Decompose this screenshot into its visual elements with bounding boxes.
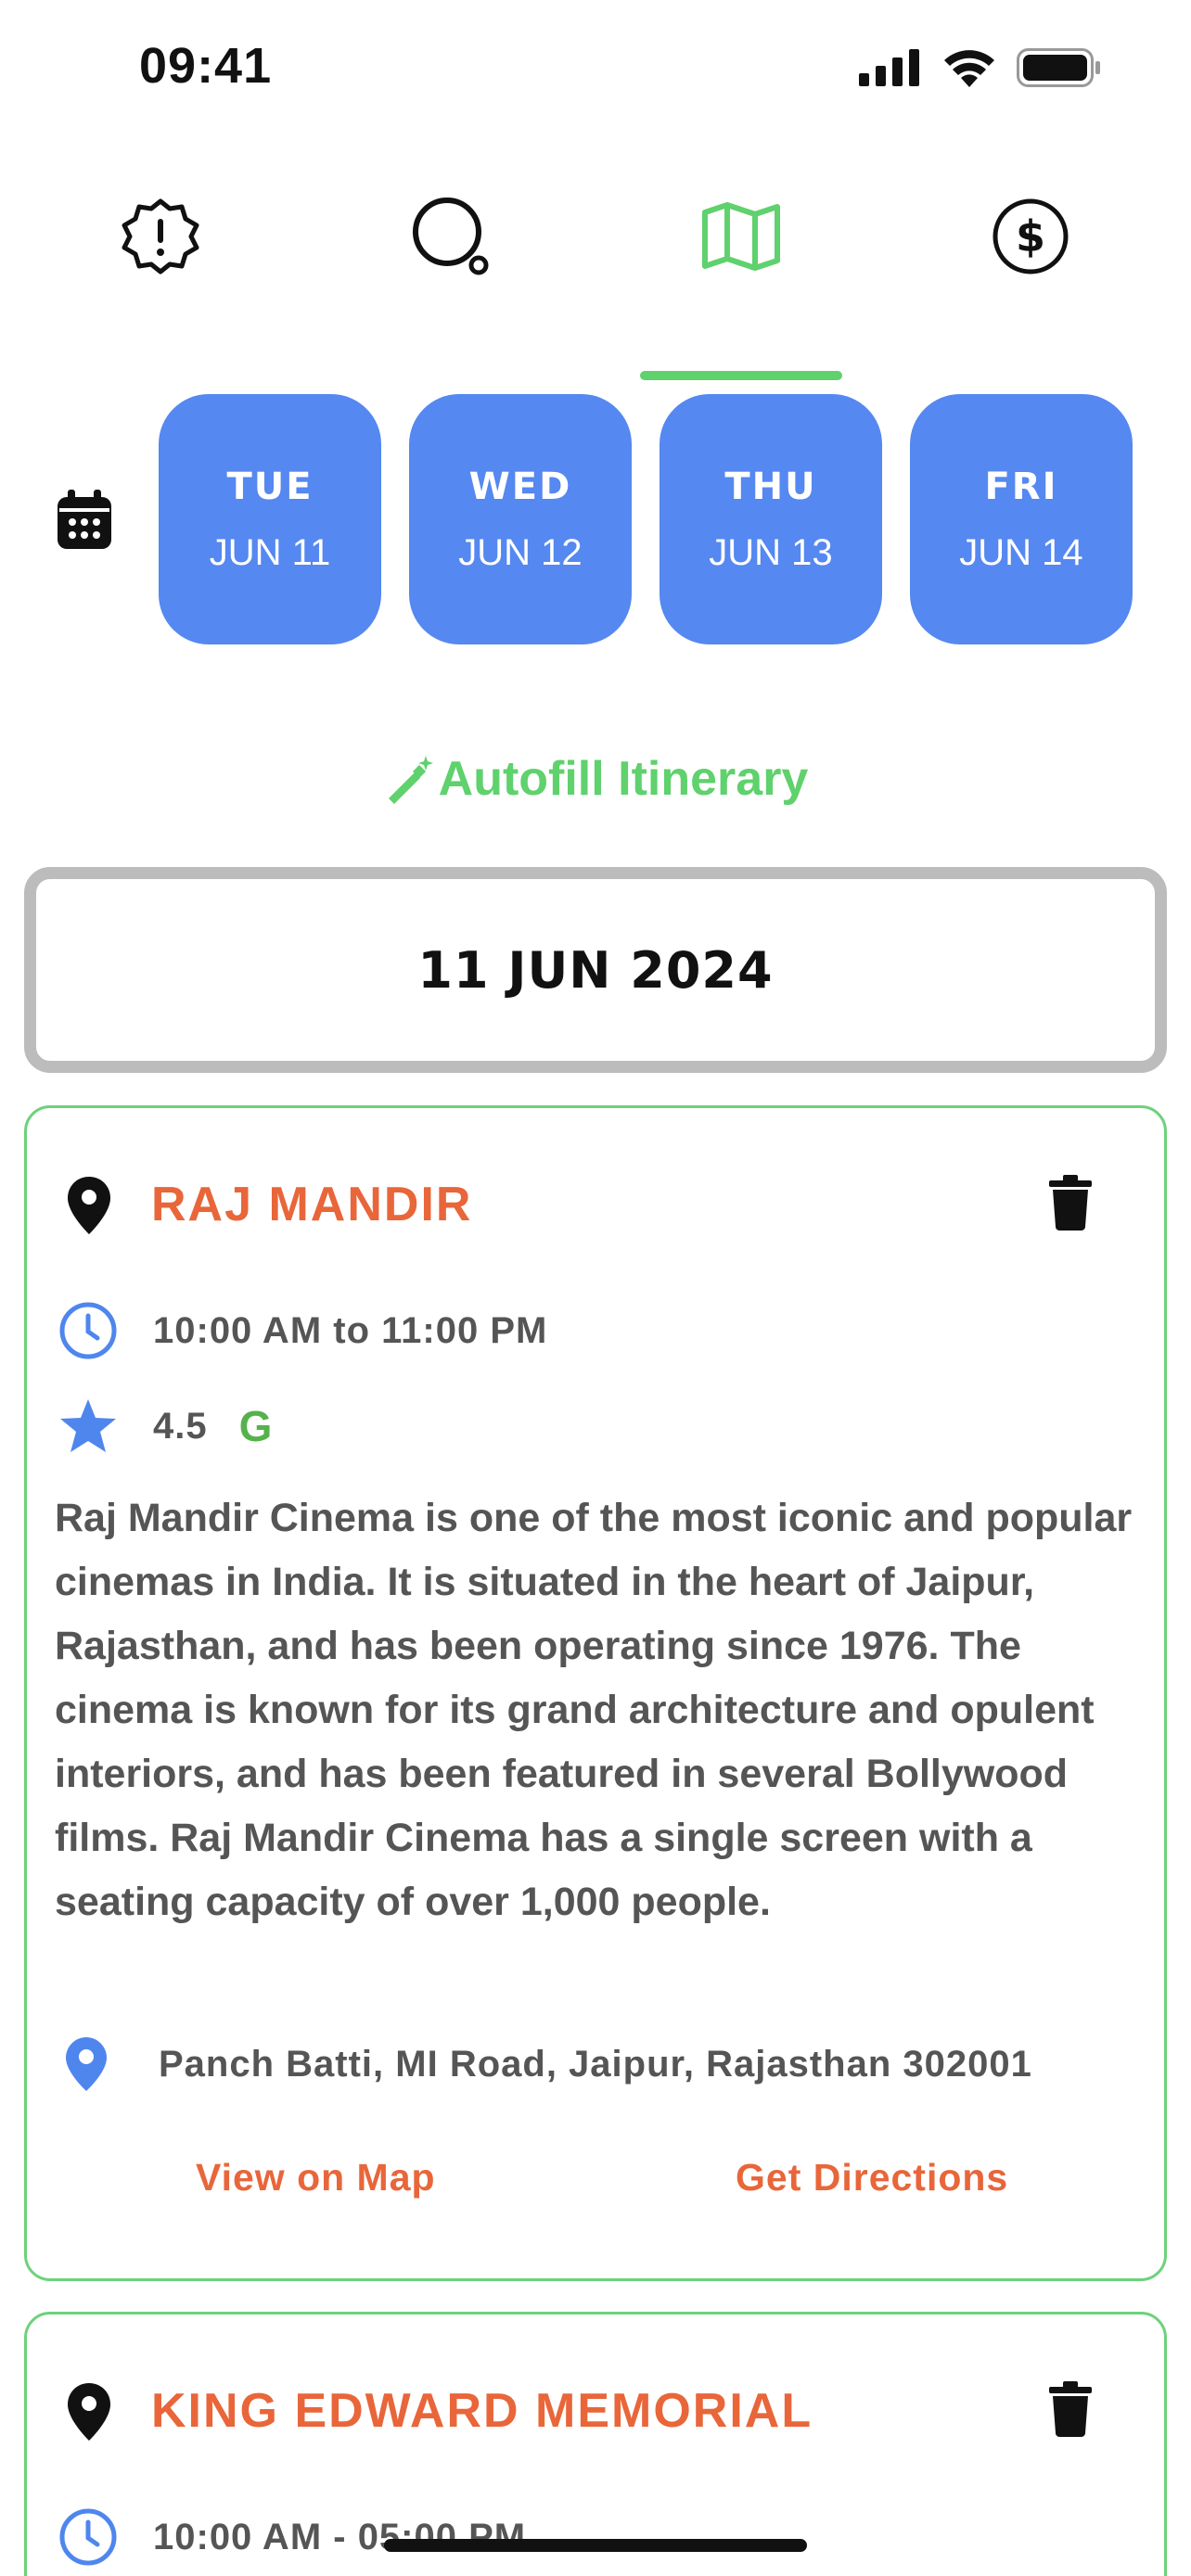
wifi-icon (944, 50, 994, 87)
day-pill-weekday: FRI (984, 465, 1058, 508)
day-pill-date: JUN 11 (209, 531, 331, 573)
selected-date-text: 11 JUN 2024 (417, 940, 774, 1000)
autofill-label: Autofill Itinerary (438, 752, 809, 806)
hours-text: 10:00 AM to 11:00 PM (153, 1309, 548, 1351)
place-card: KING EDWARD MEMORIAL 10:00 AM - 05:00 PM (24, 2312, 1167, 2576)
top-tab-bar: $ (0, 181, 1191, 292)
day-pill-weekday: THU (724, 465, 817, 508)
tab-budget[interactable]: $ (980, 181, 1082, 292)
tab-search[interactable] (401, 181, 503, 292)
trash-icon[interactable] (1049, 2381, 1092, 2437)
day-pill-weekday: WED (468, 465, 572, 508)
google-rating-icon: G (238, 1402, 273, 1450)
day-pill-date: JUN 12 (458, 531, 583, 573)
tab-map[interactable] (690, 181, 792, 292)
day-pill-date: JUN 14 (959, 531, 1083, 573)
battery-icon (1017, 48, 1100, 87)
day-pill-date: JUN 13 (709, 531, 833, 573)
address-pin-icon (66, 2037, 107, 2091)
magic-wand-icon (388, 756, 433, 804)
dollar-icon: $ (992, 198, 1069, 274)
get-directions-button[interactable]: Get Directions (736, 2156, 1008, 2200)
home-indicator (384, 2539, 807, 2552)
day-pill-weekday: TUE (226, 465, 314, 508)
day-pill-thu[interactable]: THU JUN 13 (660, 394, 882, 644)
day-pill-tue[interactable]: TUE JUN 11 (159, 394, 381, 644)
clock-icon (59, 1302, 117, 1359)
cellular-signal-icon (859, 49, 919, 86)
hours-row: 10:00 AM to 11:00 PM (58, 1301, 547, 1360)
rating-value: 4.5 (153, 1405, 208, 1447)
location-pin-icon (68, 2383, 110, 2441)
tab-alerts[interactable] (109, 181, 211, 292)
map-icon (702, 202, 780, 271)
place-name: RAJ MANDIR (151, 1178, 473, 1231)
active-tab-indicator (640, 371, 842, 380)
star-icon (60, 1399, 116, 1452)
svg-text:$: $ (1016, 211, 1045, 261)
search-icon (413, 198, 489, 275)
place-description: Raj Mandir Cinema is one of the most ico… (55, 1496, 1133, 1924)
day-pill-fri[interactable]: FRI JUN 14 (910, 394, 1133, 644)
autofill-itinerary-button[interactable]: Autofill Itinerary (0, 751, 1191, 807)
address-row: Panch Batti, MI Road, Jaipur, Rajasthan … (58, 2035, 1032, 2093)
place-card: RAJ MANDIR 10:00 AM to 11:00 PM 4.5 G Ra… (24, 1105, 1167, 2281)
selected-date-header: 11 JUN 2024 (24, 867, 1167, 1073)
calendar-icon[interactable] (56, 490, 113, 551)
hours-row: 10:00 AM - 05:00 PM (58, 2507, 526, 2567)
location-pin-icon (68, 1177, 110, 1234)
status-icons (859, 48, 1102, 87)
status-time: 09:41 (139, 38, 273, 94)
rating-row: 4.5 G (58, 1397, 272, 1455)
view-on-map-button[interactable]: View on Map (196, 2156, 436, 2200)
trash-icon[interactable] (1049, 1175, 1092, 1231)
day-pill-wed[interactable]: WED JUN 12 (409, 394, 632, 644)
alert-badge-icon (122, 198, 199, 274)
status-bar: 09:41 (0, 0, 1191, 139)
address-text: Panch Batti, MI Road, Jaipur, Rajasthan … (159, 2043, 1032, 2085)
clock-icon (59, 2508, 117, 2566)
place-name: KING EDWARD MEMORIAL (151, 2384, 813, 2438)
